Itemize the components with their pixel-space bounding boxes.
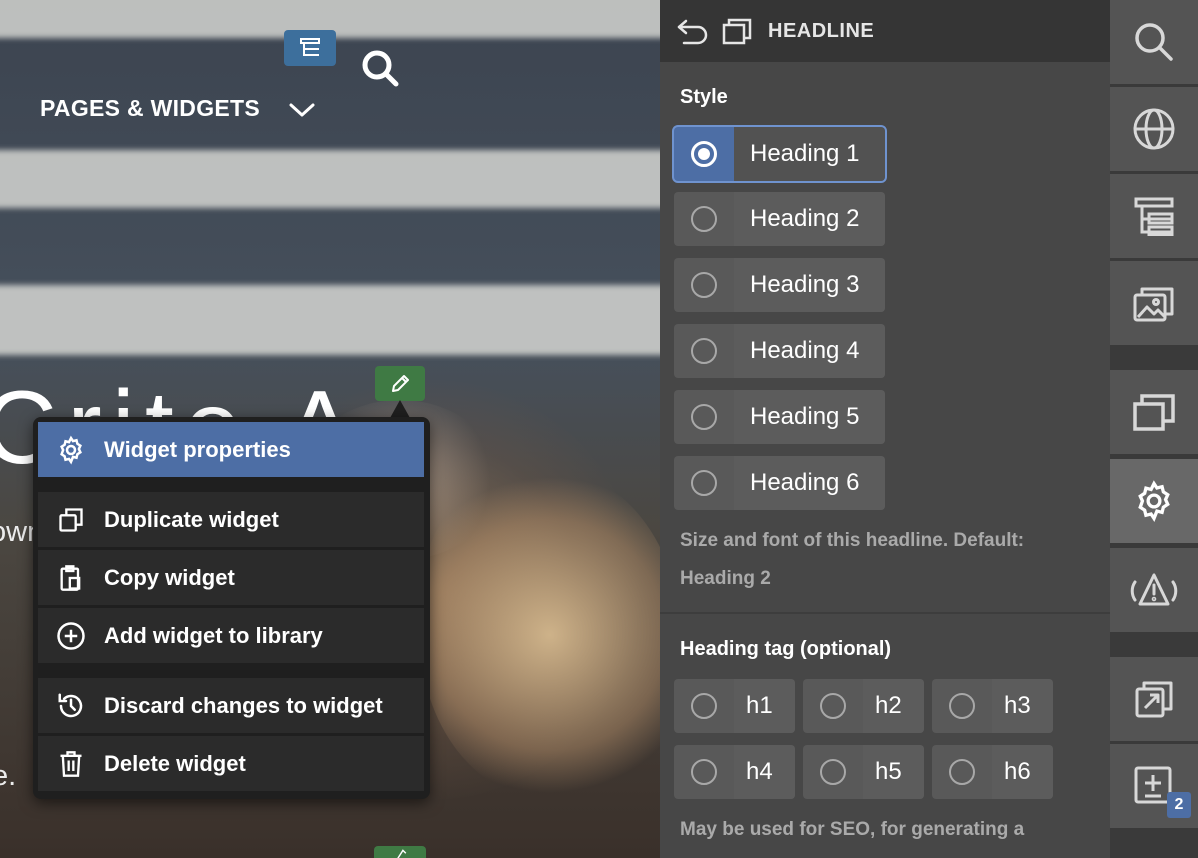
gear-icon <box>1138 480 1170 522</box>
globe-icon <box>1133 108 1175 150</box>
menu-item-label: Copy widget <box>104 564 235 590</box>
panel-header: HEADLINE <box>660 0 1110 62</box>
window-icon <box>1133 394 1175 431</box>
menu-item-label: Discard changes to widget <box>104 692 383 718</box>
menu-item-copy-widget[interactable]: Copy widget <box>38 550 424 605</box>
clipboard-icon <box>60 564 81 591</box>
gear-icon <box>60 435 82 465</box>
pencil-icon <box>397 849 407 858</box>
style-option-heading-5[interactable]: Heading 5 <box>674 390 885 444</box>
style-label: Style <box>680 86 728 108</box>
toolbar-warnings[interactable] <box>1110 548 1198 632</box>
radio-icon <box>691 759 717 785</box>
style-option-label: Heading 6 <box>734 456 885 510</box>
widget-context-menu: Widget properties Duplicate widget Copy … <box>33 417 430 799</box>
style-option-heading-2[interactable]: Heading 2 <box>674 192 885 246</box>
duplicate-icon <box>59 507 83 532</box>
menu-separator <box>38 477 424 491</box>
toolbar-window[interactable] <box>1110 370 1198 454</box>
tag-option-label: h4 <box>734 745 795 799</box>
warning-icon <box>1130 573 1178 606</box>
menu-item-label: Delete widget <box>104 750 246 776</box>
menu-item-discard-changes[interactable]: Discard changes to widget <box>38 678 424 733</box>
style-option-heading-3[interactable]: Heading 3 <box>674 258 885 312</box>
radio-icon <box>949 693 975 719</box>
menu-item-label: Add widget to library <box>104 622 323 648</box>
tag-option-label: h6 <box>992 745 1053 799</box>
heading-tag-label: Heading tag (optional) <box>680 638 892 660</box>
tag-option-h2[interactable]: h2 <box>803 679 924 733</box>
menu-item-widget-properties[interactable]: Widget properties <box>38 422 424 477</box>
radio-icon <box>949 759 975 785</box>
property-panel: HEADLINE Style Heading 1 Heading 2 Headi… <box>660 0 1110 858</box>
pencil-icon <box>392 374 409 392</box>
publish-icon <box>1135 681 1173 718</box>
window-icon <box>722 18 752 45</box>
radio-icon <box>691 338 717 364</box>
trash-icon <box>60 750 82 777</box>
radio-icon <box>691 404 717 430</box>
images-icon <box>1133 287 1174 322</box>
style-option-label: Heading 4 <box>734 324 885 378</box>
menu-item-label: Duplicate widget <box>104 506 279 532</box>
nav-pages-widgets[interactable]: PAGES & WIDGETS <box>40 95 260 122</box>
tag-option-h1[interactable]: h1 <box>674 679 795 733</box>
toolbar-settings[interactable] <box>1110 459 1198 543</box>
plus-circle-icon <box>57 621 85 650</box>
page-tree-icon <box>300 38 320 56</box>
toolbar-images[interactable] <box>1110 261 1198 345</box>
style-option-heading-1[interactable]: Heading 1 <box>674 127 885 181</box>
radio-icon <box>691 470 717 496</box>
style-option-label: Heading 2 <box>734 192 885 246</box>
background-stripe <box>0 285 660 355</box>
radio-icon <box>820 693 846 719</box>
background-stripe <box>0 150 660 208</box>
hero-text-tail: e. <box>0 760 17 792</box>
menu-item-delete-widget[interactable]: Delete widget <box>38 736 424 791</box>
tag-option-h3[interactable]: h3 <box>932 679 1053 733</box>
toolbar-page-tree[interactable] <box>1110 174 1198 258</box>
page-tree-icon <box>1134 197 1174 236</box>
style-option-label: Heading 5 <box>734 390 885 444</box>
notification-badge: 2 <box>1167 792 1191 818</box>
search-icon <box>1135 23 1173 61</box>
radio-icon <box>820 759 846 785</box>
tag-option-h5[interactable]: h5 <box>803 745 924 799</box>
radio-selected-icon <box>691 141 717 167</box>
undo-icon[interactable] <box>676 17 710 45</box>
style-option-label: Heading 3 <box>734 258 885 312</box>
chevron-down-icon[interactable] <box>288 98 316 122</box>
tag-hint: May be used for SEO, for generating a <box>680 819 1025 840</box>
toolbar-publish[interactable] <box>1110 657 1198 741</box>
menu-item-duplicate-widget[interactable]: Duplicate widget <box>38 492 424 547</box>
tag-option-h6[interactable]: h6 <box>932 745 1053 799</box>
menu-item-label: Widget properties <box>104 436 291 462</box>
menu-item-add-to-library[interactable]: Add widget to library <box>38 608 424 663</box>
section-divider <box>660 612 1110 614</box>
radio-icon <box>691 272 717 298</box>
style-hint: Size and font of this headline. Default:… <box>680 530 1025 589</box>
menu-separator <box>38 663 424 677</box>
page-tree-badge[interactable] <box>284 30 336 66</box>
edit-widget-button[interactable] <box>375 366 425 401</box>
radio-icon <box>691 206 717 232</box>
tag-option-label: h2 <box>863 679 924 733</box>
radio-icon <box>691 693 717 719</box>
tag-option-label: h1 <box>734 679 795 733</box>
tag-option-h4[interactable]: h4 <box>674 745 795 799</box>
style-option-label: Heading 1 <box>734 127 885 181</box>
toolbar-globe[interactable] <box>1110 87 1198 171</box>
tag-option-label: h5 <box>863 745 924 799</box>
search-icon[interactable] <box>358 46 404 92</box>
tag-option-label: h3 <box>992 679 1053 733</box>
style-option-heading-6[interactable]: Heading 6 <box>674 456 885 510</box>
panel-title: HEADLINE <box>768 20 875 42</box>
history-icon <box>58 693 83 717</box>
menu-pointer <box>390 400 410 418</box>
style-option-heading-4[interactable]: Heading 4 <box>674 324 885 378</box>
toolbar-search[interactable] <box>1110 0 1198 84</box>
edit-widget-button[interactable] <box>374 846 426 858</box>
right-toolbar <box>1110 0 1198 858</box>
